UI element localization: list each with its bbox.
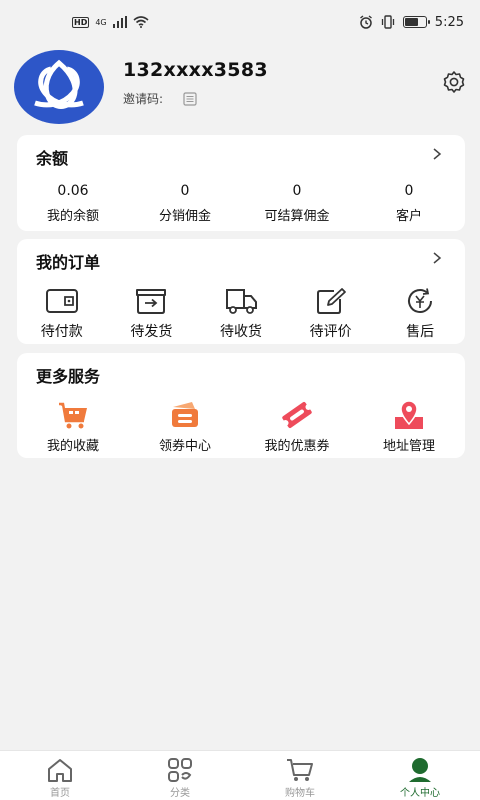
truck-icon <box>225 289 257 314</box>
stat-customers[interactable]: 0 客户 <box>353 183 465 224</box>
stat-distribution-commission[interactable]: 0 分销佣金 <box>129 183 241 224</box>
services-row: 我的收藏 领券中心 我的优惠券 地址管理 <box>17 399 465 454</box>
stat-label: 分销佣金 <box>158 209 211 224</box>
vibrate-icon <box>381 15 394 29</box>
avatar[interactable] <box>14 50 104 124</box>
wallet-icon <box>45 289 78 313</box>
status-bar: HD 4G 5:25 <box>0 0 480 44</box>
category-icon <box>168 758 192 782</box>
ticket-icon <box>282 402 312 428</box>
hd-badge: HD <box>72 16 90 28</box>
stat-value: 0.06 <box>57 183 89 199</box>
box-arrow-icon <box>136 289 167 314</box>
bottom-tab-bar: 首页 分类 购物车 个人中心 <box>0 750 480 800</box>
refund-icon <box>408 288 433 313</box>
location-icon <box>395 400 423 429</box>
stat-label: 我的余额 <box>46 209 99 224</box>
order-label: 待评价 <box>309 324 352 340</box>
order-pending-shipment[interactable]: 待发货 <box>107 287 197 341</box>
signal-icon <box>112 16 127 28</box>
clock: 5:25 <box>434 14 464 30</box>
orders-title: 我的订单 <box>36 253 101 272</box>
services-title: 更多服务 <box>36 367 101 386</box>
service-favorites[interactable]: 我的收藏 <box>17 399 129 454</box>
invite-code-row: 邀请码: <box>123 90 197 107</box>
stat-label: 可结算佣金 <box>264 209 330 224</box>
order-after-sales[interactable]: 售后 <box>375 287 465 341</box>
coupon-center-icon <box>172 402 198 427</box>
service-my-coupons[interactable]: 我的优惠券 <box>241 399 353 454</box>
stat-settleable-commission[interactable]: 0 可结算佣金 <box>241 183 353 224</box>
user-phone: 132xxxx3583 <box>123 59 268 81</box>
order-pending-receipt[interactable]: 待收货 <box>196 287 286 341</box>
person-icon <box>409 758 431 782</box>
balance-stats: 0.06 我的余额 0 分销佣金 0 可结算佣金 0 客户 <box>17 183 465 224</box>
service-address-management[interactable]: 地址管理 <box>353 399 465 454</box>
tab-label: 购物车 <box>285 788 315 799</box>
status-right: 5:25 <box>359 15 464 30</box>
service-label: 地址管理 <box>382 439 435 454</box>
order-label: 待发货 <box>130 324 173 340</box>
network-label: 4G <box>95 17 107 27</box>
tab-label: 个人中心 <box>400 788 440 799</box>
tab-label: 首页 <box>50 788 70 799</box>
cart-icon <box>59 402 87 429</box>
order-label: 待付款 <box>40 324 83 340</box>
logo-icon <box>34 59 84 109</box>
order-pending-review[interactable]: 待评价 <box>286 287 376 341</box>
chevron-right-icon[interactable] <box>431 148 443 160</box>
order-pending-payment[interactable]: 待付款 <box>17 287 107 341</box>
stat-label: 客户 <box>395 209 422 224</box>
invite-label: 邀请码: <box>123 92 164 106</box>
order-label: 待收货 <box>219 324 262 340</box>
home-icon <box>48 759 72 782</box>
orders-card: 我的订单 待付款 待发货 待收货 待评价 售后 <box>17 239 465 344</box>
battery-icon <box>402 16 430 28</box>
stat-balance[interactable]: 0.06 我的余额 <box>17 183 129 224</box>
alarm-icon <box>359 15 372 29</box>
tab-category[interactable]: 分类 <box>120 751 240 800</box>
chevron-right-icon[interactable] <box>431 252 443 264</box>
balance-card[interactable]: 余额 0.06 我的余额 0 分销佣金 0 可结算佣金 0 客户 <box>17 135 465 231</box>
service-coupon-center[interactable]: 领券中心 <box>129 399 241 454</box>
tab-cart[interactable]: 购物车 <box>240 751 360 800</box>
tab-profile[interactable]: 个人中心 <box>360 751 480 800</box>
stat-value: 0 <box>180 183 190 199</box>
tab-home[interactable]: 首页 <box>0 751 120 800</box>
service-label: 领券中心 <box>158 439 211 454</box>
settings-gear-icon[interactable] <box>442 70 466 94</box>
stat-value: 0 <box>404 183 414 199</box>
service-label: 我的收藏 <box>46 439 99 454</box>
order-status-row: 待付款 待发货 待收货 待评价 售后 <box>17 287 465 341</box>
status-left: HD 4G <box>72 16 149 28</box>
edit-icon <box>316 288 346 314</box>
cart-tab-icon <box>287 759 313 781</box>
wifi-icon <box>133 16 149 28</box>
balance-title: 余额 <box>36 149 69 168</box>
service-label: 我的优惠券 <box>264 439 330 454</box>
copy-icon[interactable] <box>183 91 197 106</box>
stat-value: 0 <box>292 183 302 199</box>
profile-header: 132xxxx3583 邀请码: <box>0 44 480 134</box>
services-card: 更多服务 我的收藏 领券中心 我的优惠券 地址管理 <box>17 353 465 458</box>
order-label: 售后 <box>406 324 435 340</box>
tab-label: 分类 <box>170 788 190 799</box>
